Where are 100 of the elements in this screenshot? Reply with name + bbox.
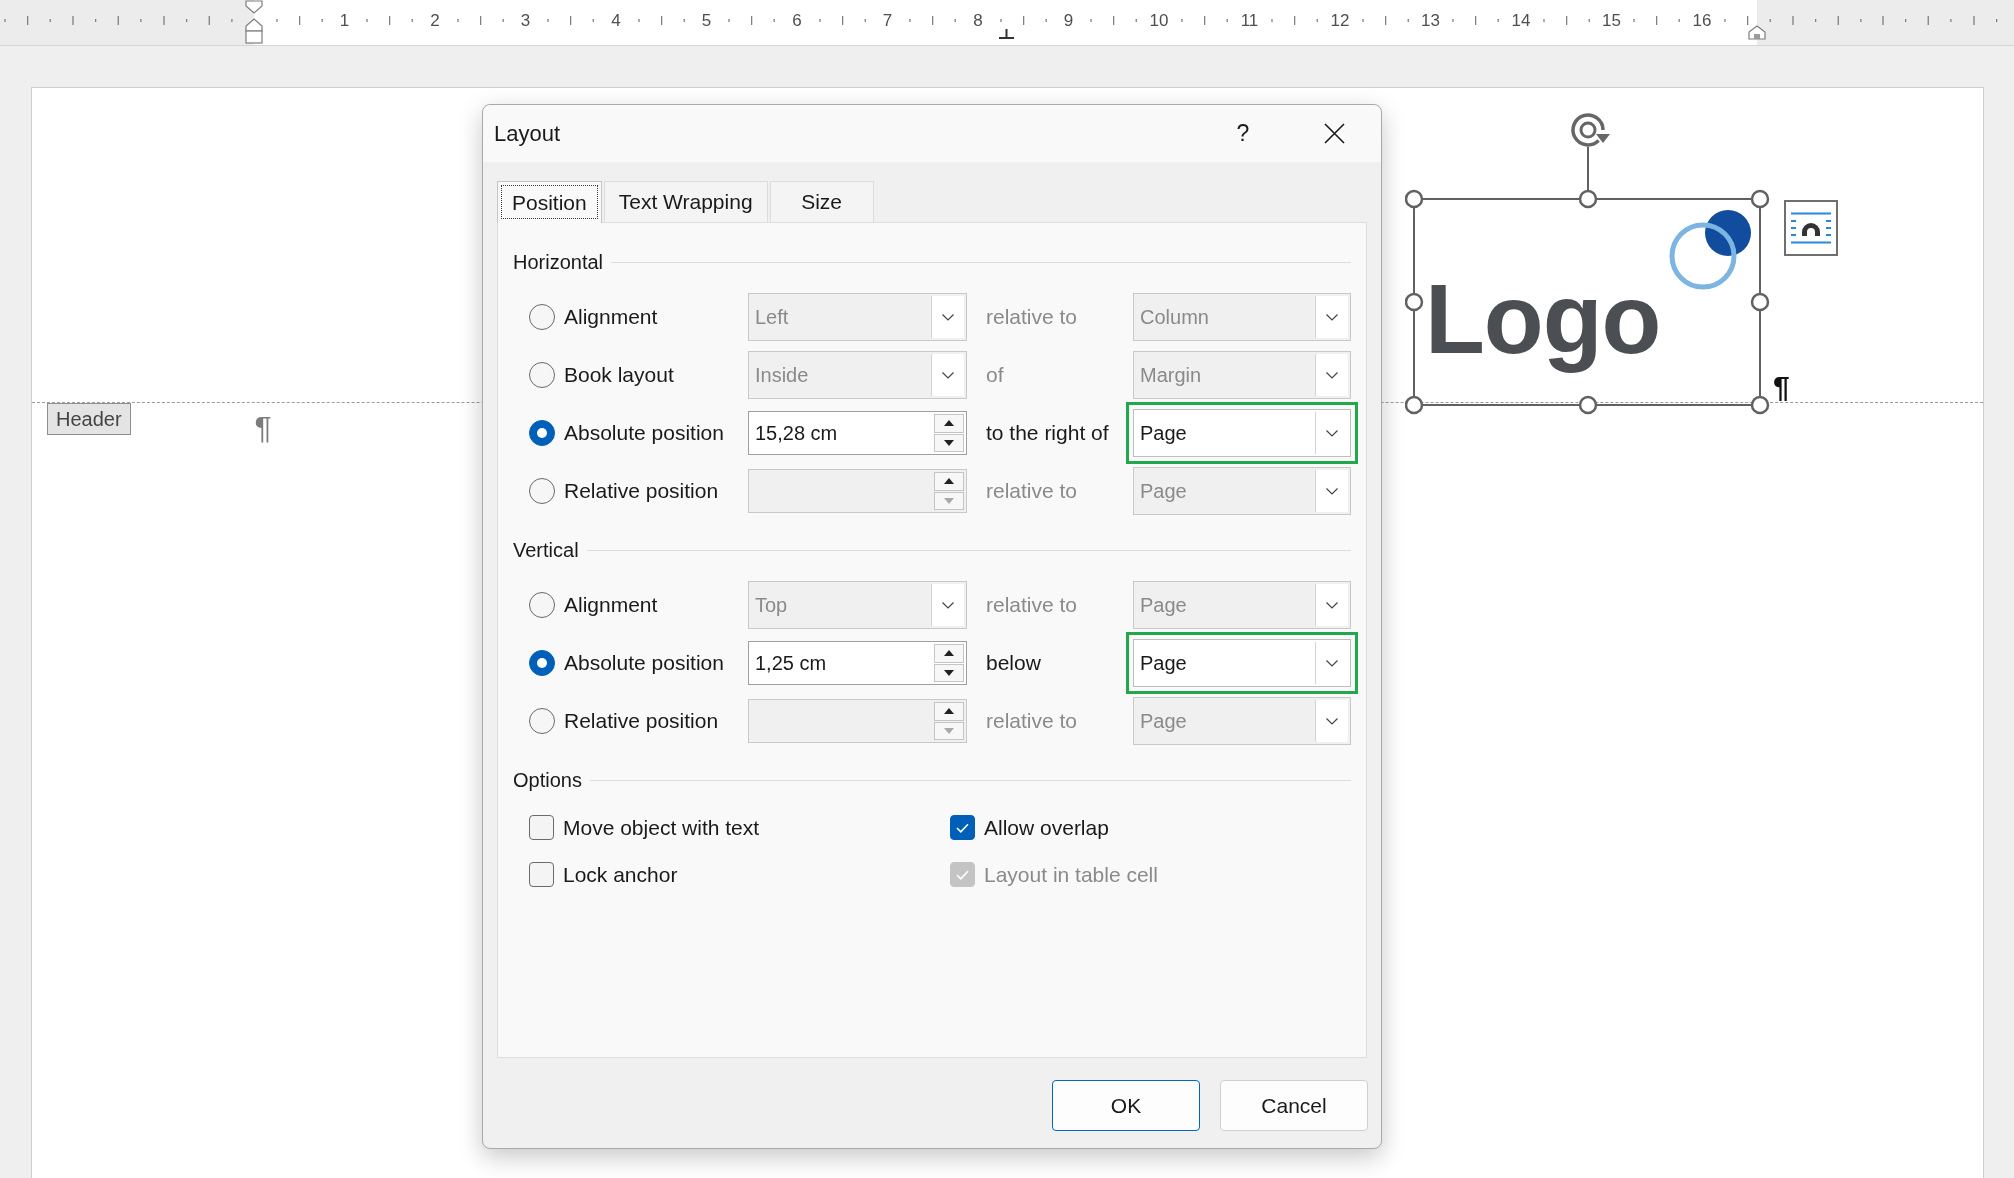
ruler-ticks xyxy=(1632,16,1682,25)
ruler-number: 12 xyxy=(1330,11,1350,31)
checkbox[interactable] xyxy=(950,815,975,840)
ruler-ticks xyxy=(455,16,505,25)
relation-label: relative to xyxy=(986,709,1078,732)
checkbox-label[interactable]: Move object with text xyxy=(563,815,760,840)
ruler-number: 2 xyxy=(430,11,440,31)
triangle-up-icon xyxy=(944,478,954,485)
chevron-down-icon xyxy=(1326,717,1338,725)
checkbox-label[interactable]: Lock anchor xyxy=(563,862,678,887)
radio-label[interactable]: Alignment xyxy=(564,305,658,329)
ruler-ticks xyxy=(817,16,867,25)
close-icon xyxy=(1323,123,1345,144)
relation-label: to the right of xyxy=(986,421,1109,444)
ruler-number: 10 xyxy=(1149,11,1169,31)
dialog-button[interactable]: OK xyxy=(1052,1080,1200,1131)
dropdown-field[interactable]: Page xyxy=(1133,639,1351,687)
resize-handle[interactable] xyxy=(1578,189,1598,209)
resize-handle[interactable] xyxy=(1750,189,1770,209)
ruler-ticks xyxy=(1179,16,1229,25)
overlapping-circles-icon xyxy=(1667,210,1753,292)
spin-field[interactable]: 1,25 cm xyxy=(748,641,967,685)
paragraph-mark: ¶ xyxy=(1773,371,1790,403)
resize-handle[interactable] xyxy=(1750,395,1770,415)
chevron-down-icon xyxy=(1326,429,1338,437)
spin-field[interactable]: 15,28 cm xyxy=(748,411,967,455)
spin-down-button[interactable] xyxy=(934,433,964,452)
ruler-number: 3 xyxy=(520,11,531,31)
ruler-number: 15 xyxy=(1602,11,1621,31)
ruler-ticks xyxy=(998,16,1048,25)
ruler-number: 13 xyxy=(1421,11,1440,31)
chevron-down-icon xyxy=(942,313,954,321)
checkbox[interactable] xyxy=(529,862,554,887)
ruler-ticks xyxy=(1451,16,1501,25)
ruler-ticks xyxy=(1971,16,1999,25)
radio-label[interactable]: Relative position xyxy=(564,709,719,733)
tab-stop-icon[interactable] xyxy=(999,29,1014,39)
checkbox-label[interactable]: Allow overlap xyxy=(984,815,1109,840)
dialog-button[interactable]: Cancel xyxy=(1220,1080,1368,1131)
spin-up-button[interactable] xyxy=(934,644,964,663)
chevron-down-icon xyxy=(942,371,954,379)
radio-label[interactable]: Book layout xyxy=(564,363,674,387)
triangle-up-icon xyxy=(944,650,954,657)
radio-label[interactable]: Relative position xyxy=(564,479,719,503)
rotate-handle-icon[interactable] xyxy=(1571,113,1610,147)
triangle-down-icon xyxy=(944,439,954,446)
relation-label: below xyxy=(986,651,1041,674)
ruler-number: 8 xyxy=(973,11,983,31)
radio-button[interactable] xyxy=(529,304,555,330)
ruler-ticks xyxy=(908,16,958,25)
ruler-ticks xyxy=(546,16,596,25)
layout-options-button[interactable] xyxy=(1784,200,1838,256)
spin-up-button[interactable] xyxy=(934,414,964,433)
ruler-ticks xyxy=(1541,16,1591,25)
checkmark-icon xyxy=(956,822,969,833)
triangle-down-icon xyxy=(944,727,954,734)
resize-handle[interactable] xyxy=(1750,292,1770,312)
resize-handle[interactable] xyxy=(1405,395,1424,415)
dropdown-field[interactable]: Page xyxy=(1133,409,1351,457)
triangle-up-icon xyxy=(944,420,954,427)
checkbox[interactable] xyxy=(529,815,554,840)
chevron-down-icon xyxy=(1326,659,1338,667)
resize-handle[interactable] xyxy=(1578,395,1598,415)
radio-button[interactable] xyxy=(529,478,555,504)
tab[interactable]: Size xyxy=(769,181,874,222)
ruler-ticks xyxy=(1089,16,1139,25)
ruler-ticks xyxy=(274,16,324,25)
ruler-ticks xyxy=(1881,16,1953,25)
chevron-down-icon xyxy=(942,601,954,609)
ruler-number: 4 xyxy=(611,11,621,31)
radio-button[interactable] xyxy=(529,650,555,676)
checkmark-icon xyxy=(956,869,969,880)
relation-label: relative to xyxy=(986,593,1078,616)
resize-handle[interactable] xyxy=(1405,292,1424,312)
tab[interactable]: Text Wrapping xyxy=(603,181,768,222)
indent-marker-icon[interactable] xyxy=(245,0,263,44)
resize-handle[interactable] xyxy=(1405,189,1424,209)
indent-marker-icon[interactable] xyxy=(1748,25,1766,40)
radio-label[interactable]: Alignment xyxy=(564,593,658,617)
chevron-down-icon xyxy=(1326,313,1338,321)
radio-label[interactable]: Absolute position xyxy=(564,651,724,675)
ruler-number: 1 xyxy=(339,11,350,31)
ruler-number: 11 xyxy=(1240,11,1259,31)
radio-button[interactable] xyxy=(529,708,555,734)
ruler-ticks xyxy=(1270,16,1320,25)
relation-label: relative to xyxy=(986,305,1078,328)
spin-down-button[interactable] xyxy=(934,663,964,682)
radio-label[interactable]: Absolute position xyxy=(564,421,724,445)
relation-label: relative to xyxy=(986,479,1078,502)
radio-button[interactable] xyxy=(529,362,555,388)
ruler-number: 16 xyxy=(1692,11,1712,31)
section-title: Vertical xyxy=(513,538,579,562)
radio-button[interactable] xyxy=(529,592,555,618)
ruler-ticks xyxy=(1722,16,1772,25)
chevron-down-icon xyxy=(1326,371,1338,379)
tab[interactable]: Position xyxy=(497,181,602,223)
paragraph-mark: ¶ xyxy=(254,411,272,445)
help-button[interactable]: ? xyxy=(1220,113,1266,154)
ruler-number: 7 xyxy=(882,11,893,31)
radio-button[interactable] xyxy=(529,420,555,446)
